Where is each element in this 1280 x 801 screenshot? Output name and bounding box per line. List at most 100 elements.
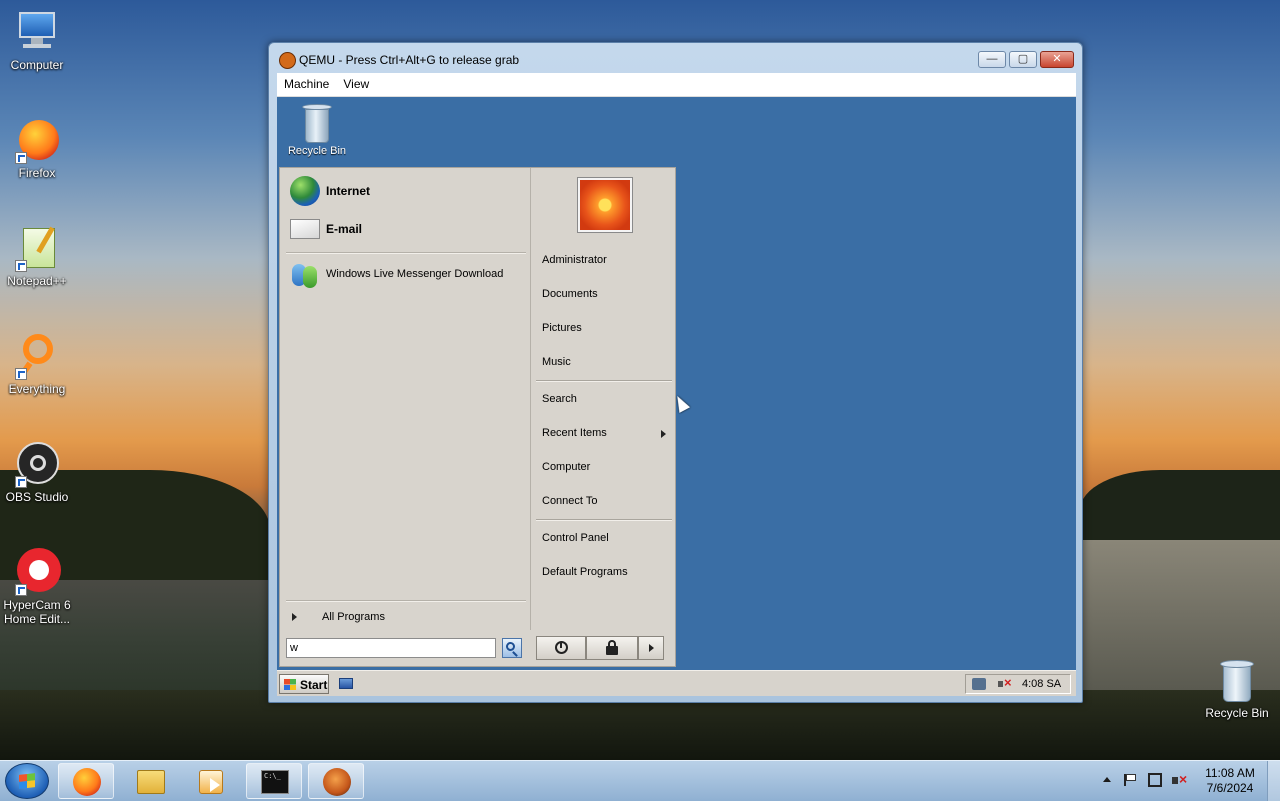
shortcut-arrow-icon	[15, 584, 27, 596]
desktop-icon-notepadplusplus[interactable]: Notepad++	[0, 224, 74, 288]
start-link-label: Recent Items	[542, 427, 607, 439]
shortcut-arrow-icon	[15, 476, 27, 488]
start-menu-separator	[536, 519, 672, 521]
guest-desktop-icon-label: Recycle Bin	[287, 145, 347, 157]
guest-start-button[interactable]: Start	[279, 674, 329, 694]
maximize-button[interactable]: ▢	[1009, 51, 1037, 68]
network-icon[interactable]	[972, 678, 986, 690]
all-programs-label: All Programs	[322, 611, 385, 623]
start-link-pictures[interactable]: Pictures	[542, 322, 672, 338]
desktop-icon-label: OBS Studio	[5, 490, 69, 504]
start-menu-item-label: Internet	[326, 184, 371, 198]
shutdown-options-button[interactable]	[638, 636, 664, 660]
show-desktop-button[interactable]	[1267, 761, 1280, 801]
all-programs-button[interactable]: All Programs	[286, 606, 526, 628]
desktop-icon-computer[interactable]: Computer	[0, 8, 74, 72]
desktop-icon-label: Everything	[8, 382, 66, 396]
minimize-button[interactable]: —	[978, 51, 1006, 68]
shortcut-arrow-icon	[15, 368, 27, 380]
obs-studio-icon	[13, 440, 61, 488]
power-icon	[555, 641, 568, 654]
windows-logo-icon	[19, 773, 35, 789]
taskbar-media-player[interactable]	[182, 763, 238, 799]
start-link-administrator[interactable]: Administrator	[542, 254, 672, 270]
start-link-computer[interactable]: Computer	[542, 461, 672, 477]
start-link-documents[interactable]: Documents	[542, 288, 672, 304]
start-search-input[interactable]	[286, 638, 496, 658]
power-button[interactable]	[536, 636, 586, 660]
mail-icon	[290, 219, 320, 239]
desktop-icon-label: Firefox	[18, 166, 56, 180]
show-desktop-icon[interactable]	[339, 678, 353, 689]
start-label: Start	[300, 678, 328, 692]
desktop-icon-label: Notepad++	[7, 274, 67, 288]
search-icon[interactable]	[502, 638, 522, 658]
start-link-search[interactable]: Search	[542, 393, 672, 409]
clock-time: 11:08 AM	[1205, 766, 1255, 780]
qemu-icon	[323, 768, 351, 796]
chevron-right-icon	[661, 430, 666, 438]
start-menu-item-label: E-mail	[326, 222, 363, 236]
guest-desktop-icon-recycle-bin[interactable]: Recycle Bin	[287, 101, 347, 157]
wallpaper-trees-right	[1080, 470, 1280, 540]
volume-muted-icon[interactable]	[998, 675, 1012, 690]
user-avatar[interactable]	[578, 178, 632, 232]
start-link-music[interactable]: Music	[542, 356, 672, 372]
start-menu-left-pane: Internet E-mail Windows Live Messenger D…	[280, 168, 531, 630]
hypercam-icon	[13, 548, 61, 596]
host-start-button[interactable]	[5, 763, 49, 799]
firefox-icon	[13, 116, 61, 164]
media-player-icon	[199, 770, 223, 794]
start-link-default-programs[interactable]: Default Programs	[542, 566, 672, 582]
qemu-window[interactable]: QEMU - Press Ctrl+Alt+G to release grab …	[268, 42, 1083, 703]
everything-icon	[13, 332, 61, 380]
qemu-app-icon	[279, 52, 296, 69]
host-clock[interactable]: 11:08 AM 7/6/2024	[1194, 766, 1266, 796]
clock-date: 7/6/2024	[1206, 781, 1254, 795]
windows-flag-icon	[284, 679, 296, 690]
start-link-connect-to[interactable]: Connect To	[542, 495, 672, 511]
network-icon[interactable]	[1148, 773, 1162, 787]
desktop-icon-hypercam[interactable]: HyperCam 6 Home Edit...	[0, 548, 74, 626]
desktop-icon-everything[interactable]: Everything	[0, 332, 74, 396]
desktop-icon-firefox[interactable]: Firefox	[0, 116, 74, 180]
menu-machine[interactable]: Machine	[277, 73, 336, 95]
guest-clock[interactable]: 4:08 SA	[1022, 678, 1061, 690]
chevron-up-icon[interactable]	[1103, 777, 1111, 782]
start-menu-separator	[536, 380, 672, 382]
host-taskbar: 11:08 AM 7/6/2024	[0, 760, 1280, 801]
notepadplusplus-icon	[13, 224, 61, 272]
shortcut-arrow-icon	[15, 260, 27, 272]
start-link-control-panel[interactable]: Control Panel	[542, 532, 672, 548]
desktop-icon-obs-studio[interactable]: OBS Studio	[0, 440, 74, 504]
desktop-icon-label-line2: Home Edit...	[3, 612, 71, 626]
menu-view[interactable]: View	[336, 73, 376, 95]
guest-screen[interactable]: Recycle Bin Internet E-mail Windows Live…	[277, 97, 1076, 696]
start-menu-right-pane: Administrator Documents Pictures Music S…	[532, 168, 675, 630]
taskbar-qemu[interactable]	[308, 763, 364, 799]
desktop-icon-label: Recycle Bin	[1205, 706, 1269, 720]
computer-icon	[13, 8, 61, 56]
start-menu-item-messenger[interactable]: Windows Live Messenger Download	[286, 258, 526, 292]
start-menu-item-internet[interactable]: Internet	[286, 174, 526, 208]
guest-system-tray: 4:08 SA	[965, 674, 1071, 694]
qemu-menubar: Machine View	[277, 73, 1076, 97]
taskbar-firefox[interactable]	[58, 763, 114, 799]
close-button[interactable]: ✕	[1040, 51, 1074, 68]
start-menu-item-label: Windows Live Messenger Download	[326, 268, 504, 280]
action-center-flag-icon[interactable]	[1124, 774, 1138, 786]
host-system-tray: 11:08 AM 7/6/2024	[1098, 761, 1280, 801]
recycle-bin-icon	[1213, 656, 1261, 704]
messenger-icon	[290, 260, 320, 290]
desktop-icon-recycle-bin[interactable]: Recycle Bin	[1200, 656, 1274, 720]
firefox-icon	[73, 768, 101, 796]
lock-icon	[606, 640, 618, 655]
taskbar-file-explorer[interactable]	[122, 763, 178, 799]
volume-muted-icon[interactable]	[1172, 771, 1188, 787]
start-link-recent-items[interactable]: Recent Items	[542, 427, 672, 443]
shortcut-arrow-icon	[15, 152, 27, 164]
folder-icon	[137, 770, 165, 794]
lock-button[interactable]	[586, 636, 638, 660]
start-menu-item-email[interactable]: E-mail	[286, 212, 526, 246]
taskbar-command-prompt[interactable]	[246, 763, 302, 799]
